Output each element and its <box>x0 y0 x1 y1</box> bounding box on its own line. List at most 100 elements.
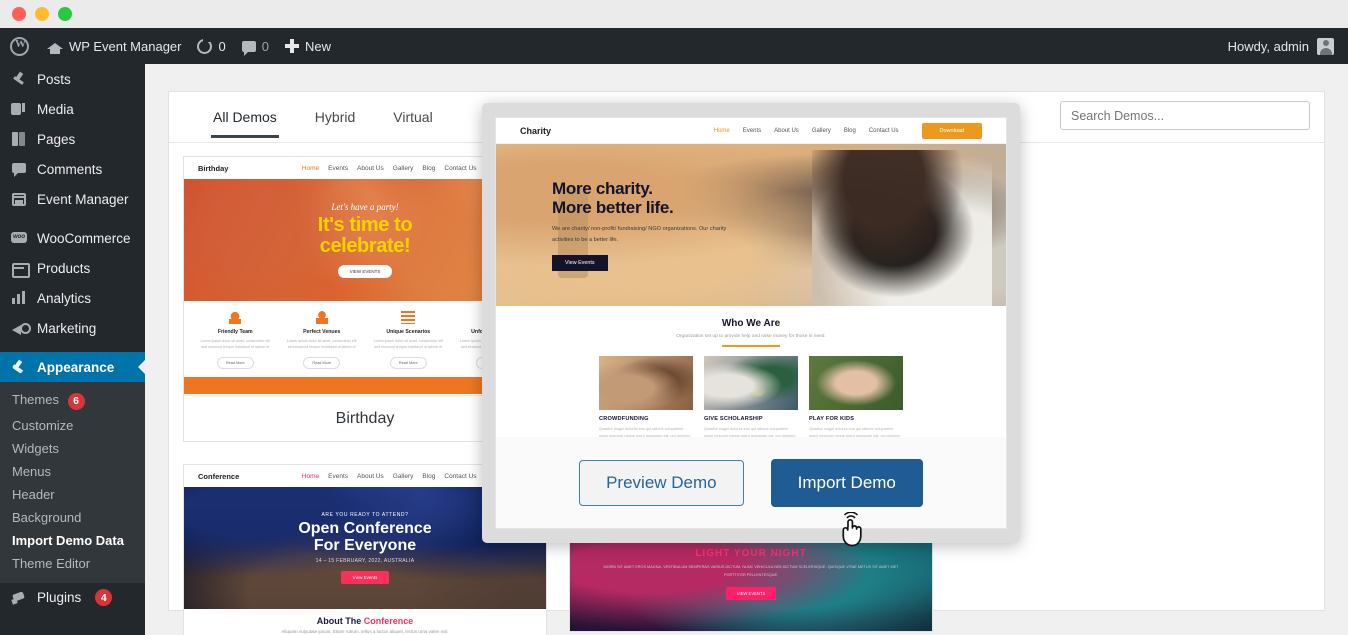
mini-nav-link: Home <box>301 472 320 480</box>
about-sub: Aliquam vulputate ipsum. Etiam rutrum, t… <box>281 629 449 634</box>
mini-nav-link: Blog <box>422 472 436 480</box>
wordpress-logo-menu[interactable] <box>0 28 39 64</box>
submenu-item-widgets[interactable]: Widgets <box>0 437 145 460</box>
site-name-label: WP Event Manager <box>69 38 182 54</box>
submenu-item-header[interactable]: Header <box>0 483 145 506</box>
hero-title-line2: More better life. <box>552 197 674 217</box>
new-content-menu[interactable]: New <box>277 28 339 64</box>
sidebar-item-products[interactable]: Products <box>0 253 145 283</box>
hero-button: View Events <box>552 255 608 272</box>
new-label: New <box>304 38 331 54</box>
account-menu[interactable]: Howdy, admin <box>1227 37 1348 55</box>
mini-brand: Conference <box>198 471 240 481</box>
mini-nav-link: Events <box>328 472 349 480</box>
sidebar-item-comments[interactable]: Comments <box>0 154 145 184</box>
plus-icon <box>284 39 299 53</box>
chart-icon <box>10 289 28 307</box>
submenu-item-customize[interactable]: Customize <box>0 414 145 437</box>
comments-count: 0 <box>261 38 269 54</box>
site-name-menu[interactable]: WP Event Manager <box>39 28 189 64</box>
mini-nav-link: Home <box>301 164 320 172</box>
mini-nav-link: About Us <box>357 472 384 480</box>
charity-nav-link: Contact Us <box>868 127 899 134</box>
sidebar-label: WooCommerce <box>37 230 131 246</box>
sidebar-item-event-manager[interactable]: Event Manager <box>0 184 145 214</box>
demo-preview-modal: Charity Home Events About Us Gallery Blo… <box>482 103 1020 543</box>
about-section: About The Conference Aliquam vulputate i… <box>184 609 546 635</box>
mini-brand: Birthday <box>198 163 229 173</box>
sidebar-item-appearance[interactable]: Appearance <box>0 352 145 382</box>
import-demo-button[interactable]: Import Demo <box>770 458 923 507</box>
card-title: PLAY FOR KIDS <box>809 416 855 422</box>
close-window-button[interactable] <box>12 7 26 21</box>
sidebar-item-plugins[interactable]: Plugins 4 <box>0 583 145 613</box>
card-title: GIVE SCHOLARSHIP <box>704 416 763 422</box>
appearance-submenu: Themes 6 Customize Widgets Menus Header … <box>0 382 145 583</box>
feature-button: Read More <box>216 356 254 369</box>
home-icon <box>47 38 63 54</box>
team-icon <box>228 311 243 324</box>
sidebar-label: Products <box>37 260 91 276</box>
modal-inner: Charity Home Events About Us Gallery Blo… <box>495 117 1007 529</box>
sidebar-item-analytics[interactable]: Analytics <box>0 283 145 313</box>
maximize-window-button[interactable] <box>58 7 72 21</box>
hero-eyebrow: ARE YOU READY TO ATTEND? <box>321 511 409 518</box>
who-we-are-section: Who We Are Organization set up to provid… <box>496 306 1006 448</box>
search-input[interactable] <box>1060 101 1310 130</box>
venue-icon <box>314 311 329 324</box>
submenu-item-background[interactable]: Background <box>0 506 145 529</box>
charity-hero: More charity. More better life. We are c… <box>496 144 1006 306</box>
charity-nav-link: Gallery <box>811 127 831 134</box>
hero-script: Let's have a party! <box>331 201 399 212</box>
hero-button: VIEW EVENTS <box>337 265 393 279</box>
hero-text: We are charity/ non-profit/ fundraising/… <box>552 225 727 244</box>
calendar-icon <box>10 190 28 208</box>
sidebar-item-posts[interactable]: Posts <box>0 64 145 94</box>
mini-nav-link: Contact Us <box>444 164 477 172</box>
hero-title-line1: More charity. <box>552 178 653 198</box>
crowdfunding-image <box>599 356 693 410</box>
wp-admin-bar: WP Event Manager 0 0 New Howdy, admin <box>0 28 1348 64</box>
sidebar-item-woocommerce[interactable]: woo WooCommerce <box>0 223 145 253</box>
sidebar-label: Comments <box>37 161 103 177</box>
preview-demo-button[interactable]: Preview Demo <box>579 459 744 506</box>
window-titlebar <box>0 0 1348 28</box>
tab-all-demos[interactable]: All Demos <box>205 92 285 143</box>
about-title: About The <box>316 616 364 626</box>
minimize-window-button[interactable] <box>35 7 49 21</box>
charity-nav: Charity Home Events About Us Gallery Blo… <box>496 118 1006 144</box>
tab-virtual[interactable]: Virtual <box>385 92 440 143</box>
hero-button: VIEW EVENTS <box>725 586 777 600</box>
updates-menu[interactable]: 0 <box>189 28 233 64</box>
charity-nav-link: Events <box>742 127 762 134</box>
comments-menu[interactable]: 0 <box>234 28 277 64</box>
admin-sidebar: Posts Media Pages Comments Event Manager… <box>0 64 145 635</box>
tab-hybrid[interactable]: Hybrid <box>307 92 363 143</box>
brush-icon <box>10 358 28 376</box>
list-icon <box>401 311 416 324</box>
woocommerce-icon: woo <box>10 229 28 247</box>
howdy-label: Howdy, admin <box>1227 38 1309 54</box>
feature-title: Unique Scenarios <box>386 329 431 335</box>
sidebar-item-marketing[interactable]: Marketing <box>0 313 145 343</box>
give-scholarship-image <box>704 356 798 410</box>
hero-button: View Events <box>340 571 390 585</box>
app-screen: WP Event Manager 0 0 New Howdy, admin Po… <box>0 0 1348 635</box>
submenu-item-menus[interactable]: Menus <box>0 460 145 483</box>
who-card: PLAY FOR KIDS Quantur magni dolores eos … <box>809 356 903 448</box>
media-icon <box>10 100 28 118</box>
submenu-label: Themes <box>12 392 59 407</box>
submenu-item-import-demo-data[interactable]: Import Demo Data <box>0 529 145 552</box>
wordpress-logo-icon <box>10 36 29 56</box>
sidebar-item-media[interactable]: Media <box>0 94 145 124</box>
mini-nav-link: Events <box>328 164 349 172</box>
sidebar-item-pages[interactable]: Pages <box>0 124 145 154</box>
sidebar-label: Event Manager <box>37 191 129 207</box>
submenu-item-themes[interactable]: Themes 6 <box>0 388 145 414</box>
hero-title: LIGHT YOUR NIGHT <box>695 548 807 560</box>
about-accent: Conference <box>363 616 414 626</box>
feature-text: Lorem ipsum dolor sit amet, consectetur … <box>286 339 357 350</box>
hero-title: It's time to celebrate! <box>317 213 413 257</box>
pages-icon <box>10 130 28 148</box>
submenu-item-theme-editor[interactable]: Theme Editor <box>0 552 145 575</box>
